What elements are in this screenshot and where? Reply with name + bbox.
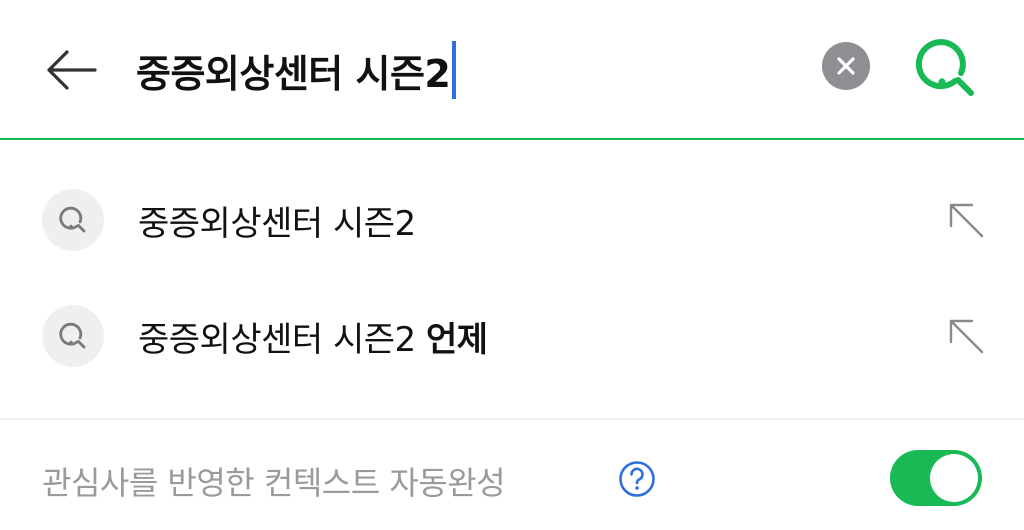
question-circle-icon[interactable] [618, 460, 656, 498]
arrow-up-left-icon [949, 319, 984, 354]
fill-query-button[interactable] [944, 198, 988, 242]
search-button[interactable] [912, 36, 980, 100]
search-icon [59, 206, 86, 233]
back-button[interactable] [40, 42, 102, 98]
suggestion-item[interactable]: 중증외상센터 시즌2 언제 [0, 286, 1024, 386]
section-divider [0, 418, 1024, 420]
context-autocomplete-label: 관심사를 반영한 컨텍스트 자동완성 [42, 464, 506, 502]
search-icon [59, 322, 86, 349]
suggestion-search-icon-badge [42, 305, 104, 367]
context-autocomplete-toggle[interactable] [890, 450, 982, 506]
suggestion-prefix: 중증외상센터 시즌2 [138, 203, 416, 244]
suggestion-item[interactable]: 중증외상센터 시즌2 [0, 170, 1024, 270]
text-caret [452, 41, 457, 99]
fill-query-button[interactable] [944, 314, 988, 358]
close-icon [837, 57, 855, 75]
clear-button[interactable] [822, 42, 870, 90]
suggestion-text: 중증외상센터 시즌2 언제 [138, 312, 488, 361]
arrow-left-icon [47, 50, 97, 90]
suggestion-search-icon-badge [42, 189, 104, 251]
search-icon [915, 39, 974, 96]
search-bar: 중증외상센터 시즌2 [0, 0, 1024, 140]
search-input[interactable]: 중증외상센터 시즌2 [136, 40, 457, 100]
search-query-text: 중증외상센터 시즌2 [136, 51, 451, 96]
context-autocomplete-setting: 관심사를 반영한 컨텍스트 자동완성 [0, 436, 1024, 526]
suggestion-prefix: 중증외상센터 시즌2 [138, 319, 426, 360]
toggle-knob [930, 454, 978, 502]
suggestion-suffix: 언제 [426, 319, 488, 360]
arrow-up-left-icon [949, 203, 984, 238]
suggestion-text: 중증외상센터 시즌2 [138, 196, 416, 245]
